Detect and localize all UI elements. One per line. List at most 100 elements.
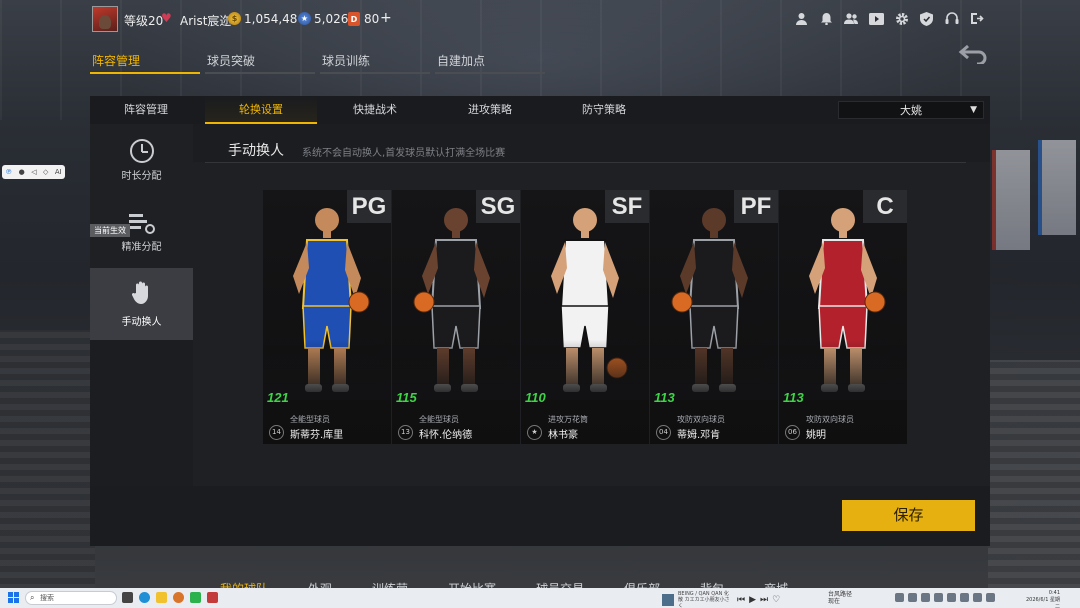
heart-icon[interactable]: ♡: [772, 595, 780, 605]
taskbar-search[interactable]: 搜索: [25, 591, 117, 605]
toolbar-p-icon[interactable]: ℗: [5, 168, 12, 176]
jersey-number: 13: [398, 425, 413, 440]
media-title: BEING / QAN QAN 化散 カエカエ小朋友小さく: [678, 591, 730, 608]
player-role: 攻防双向球员: [677, 415, 725, 424]
player-role: 攻防双向球员: [806, 415, 854, 424]
dropdown-value: 大姚: [900, 104, 922, 117]
ai-icon[interactable]: AI: [55, 168, 62, 176]
player-card[interactable]: PG 121 全能型球员 14 斯蒂芬.库里: [263, 190, 391, 444]
profile-icon[interactable]: [793, 10, 810, 27]
tray-icon[interactable]: [973, 593, 982, 602]
arena-banner: [992, 150, 1030, 250]
tray-icon[interactable]: [986, 593, 995, 602]
tag-icon[interactable]: ◇: [43, 168, 48, 176]
weather-line: 现在: [828, 598, 841, 605]
weather-widget[interactable]: 台风路径 现在: [828, 591, 852, 605]
tray-icon[interactable]: [947, 593, 956, 602]
player-card[interactable]: SF 110 进攻万花筒 ★ 林书豪: [521, 190, 649, 444]
player-name: 蒂姆.邓肯: [677, 430, 721, 441]
gold-coin-icon: $: [228, 12, 241, 25]
main-tabs: 阵容管理 球员突破 球员训练 自建加点: [90, 48, 545, 74]
avatar[interactable]: [92, 6, 118, 32]
menu-time-allocation[interactable]: 时长分配: [90, 124, 193, 196]
sub-tabs: 阵容管理 轮换设置 快捷战术 进攻策略 防守策略 大姚 ▼: [90, 96, 990, 124]
starting-lineup-cards: PG 121 全能型球员 14 斯蒂芬.库里 SG 115 全能型球员 13 科…: [263, 190, 908, 444]
previous-icon[interactable]: ⏮: [737, 595, 745, 605]
player-card[interactable]: C 113 攻防双向球员 06 姚明: [779, 190, 907, 444]
video-icon[interactable]: [868, 10, 885, 27]
divider: [205, 162, 966, 163]
windows-start-icon[interactable]: [8, 592, 19, 603]
player-role: 全能型球员: [290, 415, 330, 424]
stars-value: 5,026: [314, 12, 349, 26]
tab-player-training[interactable]: 球员训练: [320, 48, 430, 74]
shield-icon[interactable]: [918, 10, 935, 27]
exit-icon[interactable]: [968, 10, 985, 27]
player-card[interactable]: SG 115 全能型球员 13 科怀.伦纳德: [392, 190, 520, 444]
floating-toolbar[interactable]: ℗ ● ◁ ◇ AI: [2, 165, 65, 179]
friends-icon[interactable]: [843, 10, 860, 27]
player-name: 斯蒂芬.库里: [290, 430, 344, 441]
menu-label: 手动换人: [121, 316, 162, 328]
player-role: 全能型球员: [419, 415, 459, 424]
tray-icon[interactable]: [921, 593, 930, 602]
subtab-offense-strategy[interactable]: 进攻策略: [434, 96, 546, 124]
player-rating: 113: [783, 390, 804, 405]
ticket-icon: D: [348, 12, 360, 26]
menu-label: 时长分配: [121, 170, 162, 182]
clock-time: 0:41: [1048, 590, 1060, 596]
clock-icon: [129, 138, 154, 163]
task-view-icon[interactable]: [122, 592, 133, 603]
edge-icon[interactable]: [139, 592, 150, 603]
speaker-icon[interactable]: ◁: [31, 168, 36, 176]
hand-icon: [131, 281, 153, 310]
folder-icon[interactable]: [156, 592, 167, 603]
tickets-value: 80: [364, 12, 380, 26]
menu-manual-substitution[interactable]: 手动换人: [90, 268, 193, 340]
player-name: 科怀.伦纳德: [419, 430, 473, 441]
os-taskbar: 搜索 BEING / QAN QAN 化散 カエカエ小朋友小さく ⏮ ▶ ⏭ ♡…: [0, 588, 1080, 608]
system-tray: [895, 593, 995, 602]
subtab-rotation[interactable]: 轮换设置: [205, 96, 317, 124]
player-card[interactable]: PF 113 攻防双向球员 04 蒂姆.邓肯: [650, 190, 778, 444]
top-icons: [793, 10, 985, 27]
back-arrow-icon[interactable]: [958, 44, 988, 70]
player-rating: 110: [525, 390, 546, 405]
tray-icon[interactable]: [934, 593, 943, 602]
menu-label: 精准分配: [121, 241, 162, 253]
add-currency-button[interactable]: +: [380, 10, 392, 26]
lineup-dropdown[interactable]: 大姚 ▼: [838, 101, 984, 119]
tab-lineup-management[interactable]: 阵容管理: [90, 48, 200, 74]
game-app-icon[interactable]: [173, 592, 184, 603]
taskbar-clock[interactable]: 0:41 2026/6/1 星期二: [1022, 590, 1060, 608]
arena-banner: [1038, 140, 1076, 235]
section-title: 手动换人: [228, 143, 284, 159]
subtab-defense-strategy[interactable]: 防守策略: [548, 96, 660, 124]
subtab-quick-tactics[interactable]: 快捷战术: [319, 96, 431, 124]
gold-value: 1,054,486: [244, 12, 306, 26]
tab-custom-attributes[interactable]: 自建加点: [435, 48, 545, 74]
rotation-mode-menu: 时长分配 精准分配 手动换人 当前生效: [90, 124, 193, 484]
player-rating: 113: [654, 390, 675, 405]
subtab-lineup[interactable]: 阵容管理: [90, 96, 202, 124]
vip-icon: ♥: [161, 11, 172, 25]
clock-date: 2026/6/1 星期二: [1025, 597, 1060, 608]
play-icon[interactable]: ▶: [749, 595, 756, 605]
save-button[interactable]: 保存: [842, 500, 975, 531]
tray-icon[interactable]: [908, 593, 917, 602]
headset-icon[interactable]: [943, 10, 960, 27]
section-description: 系统不会自动换人,首发球员默认打满全场比赛: [302, 148, 506, 159]
next-icon[interactable]: ⏭: [760, 595, 768, 605]
chat-app-icon[interactable]: [190, 592, 201, 603]
rotation-panel: 阵容管理 轮换设置 快捷战术 进攻策略 防守策略 大姚 ▼ 时长分配 精准分配 …: [90, 96, 990, 546]
jersey-number: 06: [785, 425, 800, 440]
qq-icon[interactable]: [207, 592, 218, 603]
bell-icon[interactable]: [818, 10, 835, 27]
mic-icon[interactable]: ●: [19, 168, 25, 176]
gear-icon[interactable]: [893, 10, 910, 27]
tray-icon[interactable]: [960, 593, 969, 602]
tray-icon[interactable]: [895, 593, 904, 602]
media-thumbnail: [662, 594, 674, 606]
player-rating: 121: [267, 390, 289, 405]
tab-player-breakthrough[interactable]: 球员突破: [205, 48, 315, 74]
